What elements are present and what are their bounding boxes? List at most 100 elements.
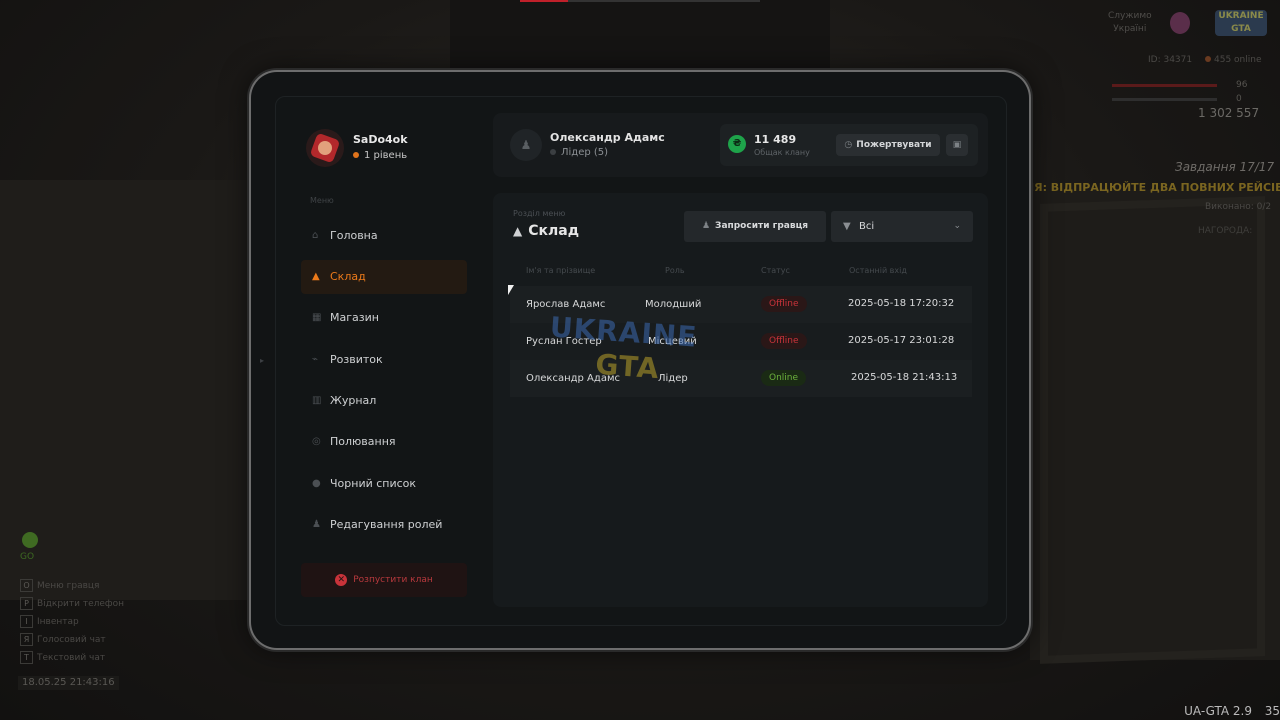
sidebar-item-hunting[interactable]: ◎ Полювання bbox=[301, 425, 467, 459]
warehouse-icon: ▲ bbox=[312, 271, 320, 282]
hud-player-id: ID: 34371 bbox=[1148, 55, 1193, 65]
column-header-status: Статус bbox=[761, 266, 790, 275]
game-version: UA-GTA 2.9 bbox=[1184, 704, 1252, 718]
column-header-last-login: Останній вхід bbox=[849, 266, 907, 275]
hud-task-progress: Виконано: 0/2 bbox=[1205, 202, 1272, 212]
sidebar-item-journal[interactable]: ▥ Журнал bbox=[301, 384, 467, 418]
role-filter-select[interactable]: ▼ Всі ⌄ bbox=[831, 211, 973, 242]
shop-icon: ▦ bbox=[312, 312, 322, 323]
leader-role: Лідер (5) bbox=[550, 147, 608, 158]
sidebar-item-warehouse[interactable]: ▲ Склад bbox=[301, 260, 467, 294]
member-last-login: 2025-05-18 17:20:32 bbox=[848, 298, 955, 309]
invite-player-label: Запросити гравця bbox=[715, 221, 809, 231]
online-dot-icon bbox=[1205, 56, 1211, 62]
filter-icon: ▼ bbox=[843, 221, 851, 232]
user-edit-icon: ♟ bbox=[312, 519, 321, 530]
watermark-line2: GTA bbox=[594, 347, 661, 386]
hotkey-row: I Інвентар bbox=[20, 615, 79, 628]
section-caption: Розділ меню bbox=[513, 209, 566, 218]
background-window-frame bbox=[1040, 196, 1265, 664]
column-header-role: Роль bbox=[665, 266, 685, 275]
wallet-icon: ▣ bbox=[952, 140, 962, 150]
hud-task-reward: НАГОРОДА: bbox=[1198, 226, 1253, 236]
bank-label: Общак клану bbox=[754, 148, 810, 157]
hud-logo-line2: GTA bbox=[1231, 24, 1251, 34]
hud-datetime: 18.05.25 21:43:16 bbox=[18, 676, 119, 690]
journal-icon: ▥ bbox=[312, 395, 322, 406]
leader-role-text: Лідер (5) bbox=[561, 147, 609, 158]
sidebar-item-edit-roles[interactable]: ♟ Редагування ролей bbox=[301, 508, 467, 542]
hotkey-row: T Текстовий чат bbox=[20, 651, 105, 664]
profile-level-text: 1 рівень bbox=[364, 150, 408, 161]
section-title-text: Склад bbox=[528, 223, 580, 239]
hud-brand: Служимо Україні bbox=[1108, 10, 1152, 36]
sidebar-item-label: Головна bbox=[330, 229, 378, 242]
hud-online-count: 455 online bbox=[1205, 55, 1262, 65]
sidebar-item-label: Редагування ролей bbox=[330, 518, 443, 531]
hotkey-key: O bbox=[20, 579, 33, 592]
ukraine-gta-watermark: UKRAINE GTA bbox=[545, 310, 740, 407]
radar-icon bbox=[22, 532, 38, 548]
add-user-icon: ♟ bbox=[701, 221, 711, 231]
role-dot-icon bbox=[550, 149, 556, 155]
sidebar-item-shop[interactable]: ▦ Магазин bbox=[301, 301, 467, 335]
sidebar-item-label: Чорний список bbox=[330, 477, 417, 490]
member-last-login: 2025-05-18 21:43:13 bbox=[851, 372, 958, 383]
clock-icon: ◷ bbox=[844, 140, 853, 150]
sidebar-item-development[interactable]: ⌁ Розвиток bbox=[301, 343, 467, 377]
hud-brand-line1: Служимо bbox=[1108, 11, 1152, 21]
level-dot-icon bbox=[353, 152, 359, 158]
hud-task-title: Завдання 17/17 bbox=[1175, 160, 1275, 174]
chart-icon: ⌁ bbox=[312, 354, 319, 365]
hotkey-label: Відкрити телефон bbox=[37, 599, 125, 609]
clan-bank: ₴ 11 489 Общак клану ◷ Пожертвувати ▣ bbox=[720, 124, 978, 166]
clan-emblem-center bbox=[318, 141, 332, 155]
hud-logo: UKRAINE GTA bbox=[1215, 10, 1267, 36]
hud-online-text: 455 online bbox=[1214, 55, 1262, 65]
sidebar-item-home[interactable]: ⌂ Головна bbox=[301, 219, 467, 253]
top-progress-fill bbox=[520, 0, 568, 2]
side-arrow-icon: ▸ bbox=[260, 356, 265, 365]
user-icon: ♟ bbox=[510, 129, 542, 161]
sidebar-item-label: Склад bbox=[330, 270, 366, 283]
status-badge: Online bbox=[761, 370, 807, 386]
warehouse-icon: ▲ bbox=[513, 224, 523, 238]
hotkey-key: P bbox=[20, 597, 33, 610]
sidebar-item-blacklist[interactable]: ● Чорний список bbox=[301, 467, 467, 501]
blacklist-icon: ● bbox=[312, 478, 321, 489]
disband-clan-button[interactable]: ✕ Розпустити клан bbox=[301, 563, 467, 597]
profile-level: 1 рівень bbox=[353, 150, 407, 161]
hud-health-value: 96 bbox=[1236, 80, 1248, 90]
member-last-login: 2025-05-17 23:01:28 bbox=[848, 335, 955, 346]
hud-health-bar bbox=[1112, 84, 1217, 87]
hotkey-key: Я bbox=[20, 633, 33, 646]
radar-label: GO bbox=[20, 552, 35, 562]
home-icon: ⌂ bbox=[312, 230, 319, 241]
sidebar-item-label: Магазин bbox=[330, 311, 379, 324]
target-icon: ◎ bbox=[312, 436, 321, 447]
fps-counter: 35 bbox=[1264, 704, 1280, 718]
sidebar-item-label: Журнал bbox=[330, 394, 377, 407]
hud-money: 1 302 557 bbox=[1198, 106, 1260, 120]
close-icon: ✕ bbox=[335, 573, 348, 586]
hud-armor-value: 0 bbox=[1236, 94, 1242, 104]
bank-value: 11 489 bbox=[754, 133, 797, 146]
sidebar: SaDo4ok 1 рівень Меню ⌂ Головна ▲ Склад … bbox=[276, 97, 476, 625]
invite-player-button[interactable]: ♟ Запросити гравця bbox=[684, 211, 826, 242]
hud-avatar bbox=[1170, 12, 1190, 34]
disband-clan-label: Розпустити клан bbox=[353, 575, 433, 585]
donate-button[interactable]: ◷ Пожертвувати bbox=[836, 134, 940, 156]
leader-name: Олександр Адамс bbox=[550, 131, 665, 144]
mouse-cursor-icon bbox=[508, 285, 514, 295]
column-header-name: Ім'я та прізвище bbox=[526, 266, 596, 275]
clan-avatar bbox=[306, 129, 344, 167]
wallet-button[interactable]: ▣ bbox=[946, 134, 968, 156]
hotkey-row: Я Голосовий чат bbox=[20, 633, 106, 646]
profile-name: SaDo4ok bbox=[353, 133, 408, 146]
hud-brand-line2: Україні bbox=[1113, 24, 1147, 34]
sidebar-item-label: Полювання bbox=[330, 435, 396, 448]
hotkey-label: Голосовий чат bbox=[37, 635, 106, 645]
warehouse-panel: Розділ меню ▲ Склад ♟ Запросити гравця ▼ В… bbox=[493, 193, 988, 607]
hotkey-row: P Відкрити телефон bbox=[20, 597, 124, 610]
filter-value: Всі bbox=[859, 221, 875, 232]
